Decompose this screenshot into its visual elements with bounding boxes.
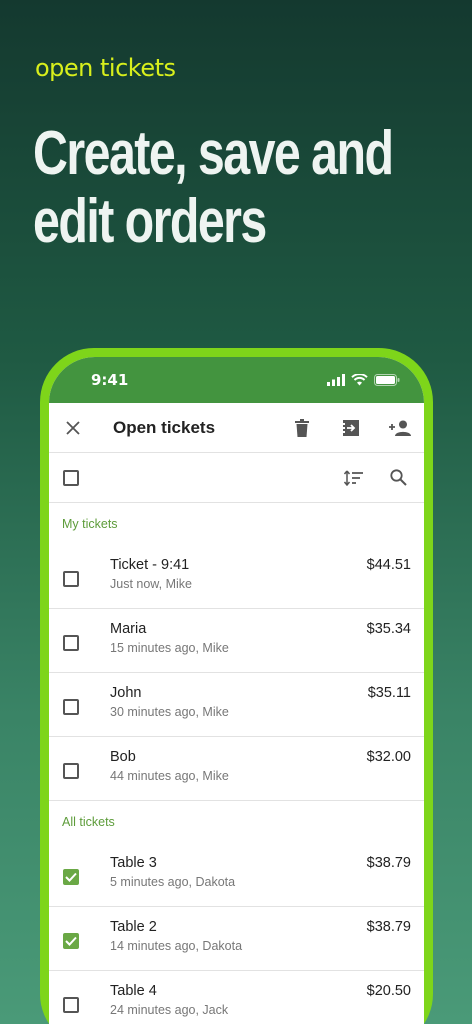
signal-icon [327,374,345,386]
app-toolbar: Open tickets [49,403,424,453]
page-title: Open tickets [113,417,216,437]
ticket-meta: Just now, Mike [110,577,192,591]
ticket-price: $20.50 [366,983,411,999]
phone-screen: 9:41 Open tickets My tickets Ticket - 9:… [49,357,424,1024]
ticket-name: Bob [110,749,136,765]
ticket-price: $35.34 [366,621,411,637]
ticket-row[interactable]: John 30 minutes ago, Mike $35.11 [49,673,424,737]
ticket-meta: 24 minutes ago, Jack [110,1003,229,1017]
promo-tagline: open tickets [35,54,176,82]
phone-frame: 9:41 Open tickets My tickets Ticket - 9:… [40,348,433,1024]
close-icon[interactable] [61,416,85,440]
ticket-list: Ticket - 9:41 Just now, Mike $44.51 Mari… [49,545,424,801]
ticket-price: $44.51 [366,557,411,573]
ticket-checkbox[interactable] [63,571,79,587]
section-header: My tickets [62,517,118,531]
wifi-icon [351,374,368,386]
ticket-name: Table 2 [110,919,157,935]
ticket-name: Table 4 [110,983,157,999]
ticket-name: John [110,685,142,701]
ticket-meta: 15 minutes ago, Mike [110,641,229,655]
ticket-checkbox-checked[interactable] [63,933,79,949]
ticket-checkbox[interactable] [63,635,79,651]
ticket-list: Table 3 5 minutes ago, Dakota $38.79 Tab… [49,843,424,1024]
status-time: 9:41 [91,371,129,389]
section-my-tickets: My tickets Ticket - 9:41 Just now, Mike … [49,503,424,801]
ticket-meta: 44 minutes ago, Mike [110,769,229,783]
headline-line-2: edit orders [33,187,267,256]
ticket-checkbox-checked[interactable] [63,869,79,885]
assign-user-icon[interactable] [388,416,412,440]
ticket-checkbox[interactable] [63,699,79,715]
ticket-checkbox[interactable] [63,763,79,779]
ticket-meta: 5 minutes ago, Dakota [110,875,236,889]
ticket-checkbox[interactable] [63,997,79,1013]
status-bar: 9:41 [49,357,424,403]
checkmark-icon [65,936,77,946]
ticket-row[interactable]: Ticket - 9:41 Just now, Mike $44.51 [49,545,424,609]
ticket-price: $38.79 [366,855,411,871]
battery-icon [374,374,400,386]
ticket-row[interactable]: Table 2 14 minutes ago, Dakota $38.79 [49,907,424,971]
ticket-meta: 14 minutes ago, Dakota [110,939,243,953]
search-icon[interactable] [386,466,410,490]
section-all-tickets: All tickets Table 3 5 minutes ago, Dakot… [49,801,424,1024]
ticket-price: $32.00 [366,749,411,765]
section-header: All tickets [62,815,115,829]
ticket-name: Table 3 [110,855,157,871]
ticket-name: Ticket - 9:41 [110,557,190,573]
ticket-price: $35.11 [367,685,411,701]
headline-line-1: Create, save and [33,119,394,188]
ticket-name: Maria [110,621,147,637]
promo-headline: Create, save and edit orders [33,119,394,256]
trash-icon[interactable] [290,416,314,440]
ticket-row[interactable]: Table 4 24 minutes ago, Jack $20.50 [49,971,424,1024]
select-all-checkbox[interactable] [63,469,79,486]
move-ticket-icon[interactable] [339,416,363,440]
ticket-row[interactable]: Maria 15 minutes ago, Mike $35.34 [49,609,424,673]
ticket-row[interactable]: Bob 44 minutes ago, Mike $32.00 [49,737,424,801]
sort-icon[interactable] [342,466,366,490]
ticket-meta: 30 minutes ago, Mike [110,705,229,719]
ticket-price: $38.79 [366,919,411,935]
ticket-row[interactable]: Table 3 5 minutes ago, Dakota $38.79 [49,843,424,907]
checkmark-icon [65,872,77,882]
list-actions-bar [49,453,424,503]
